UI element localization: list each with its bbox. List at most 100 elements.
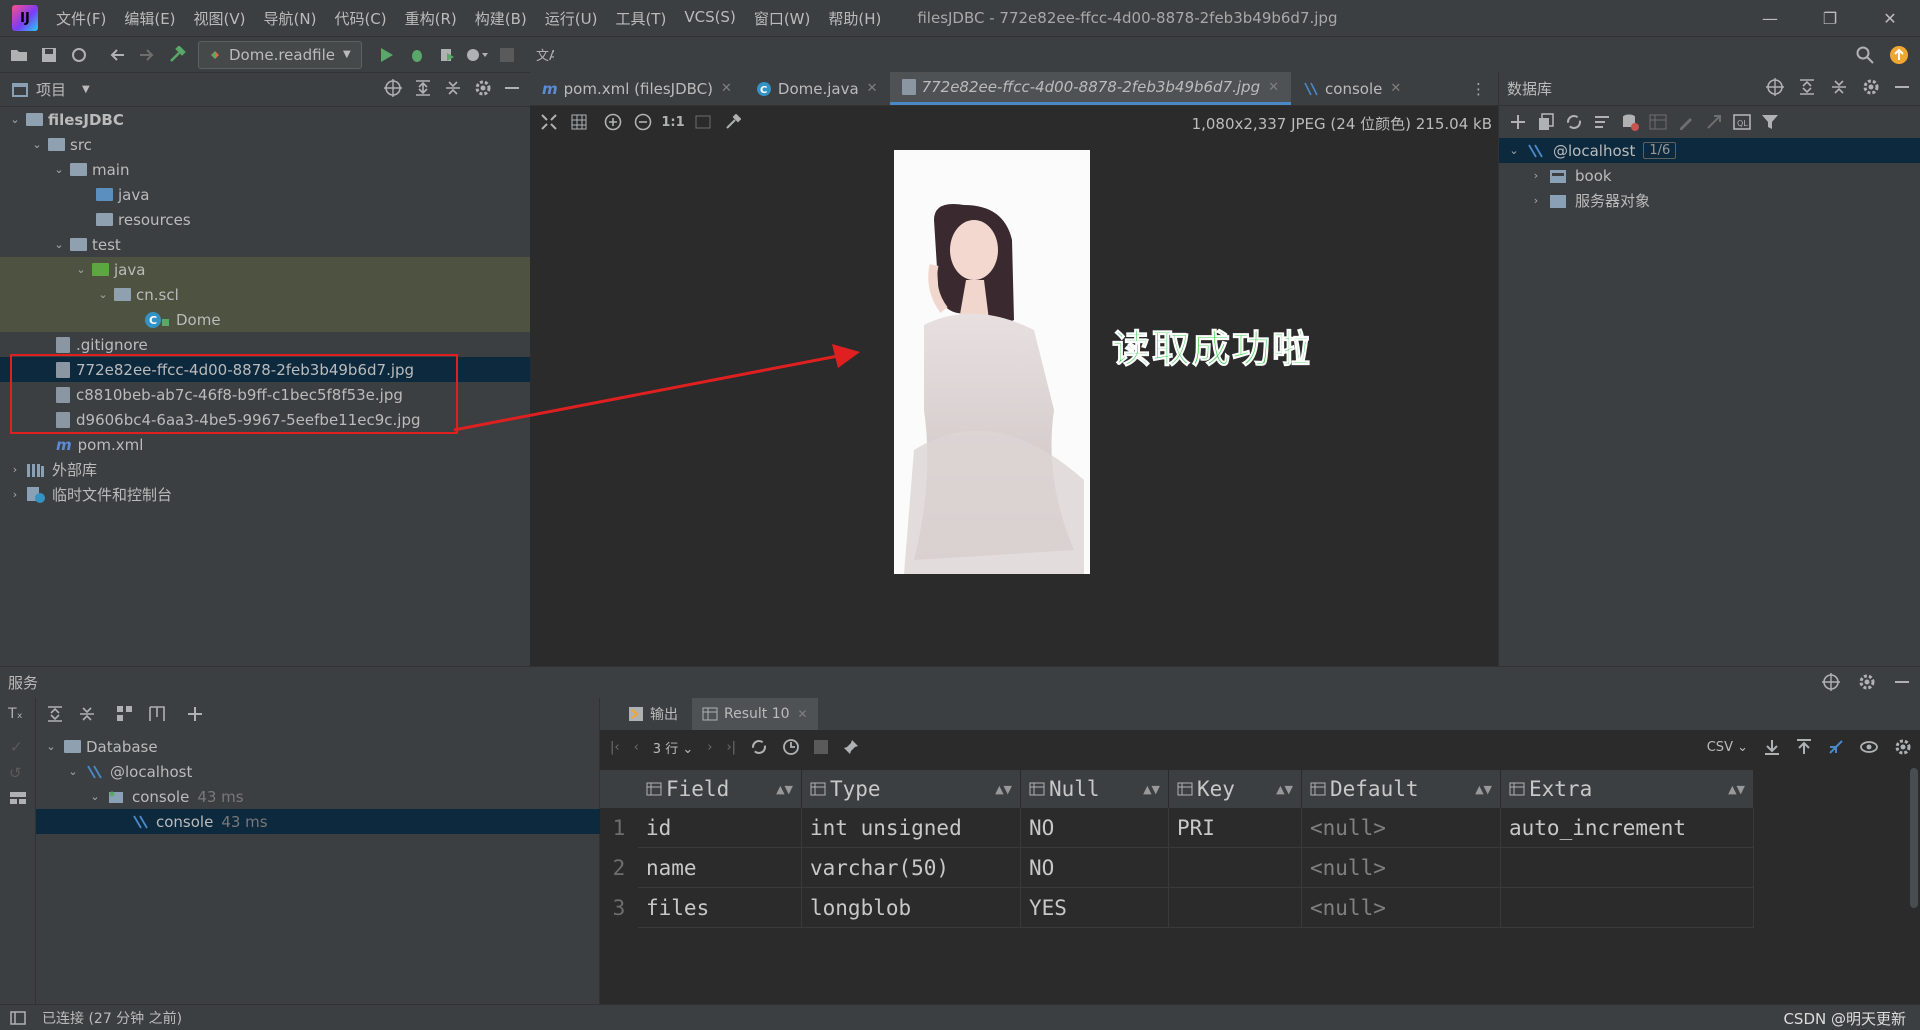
tree-item-cn-scl[interactable]: ⌄ cn.scl [0, 282, 530, 307]
menu-view[interactable]: 视图(V) [194, 8, 246, 29]
tab-output[interactable]: 输出 [618, 698, 688, 730]
chevron-down-icon[interactable]: ⌄ [44, 740, 58, 753]
cell-field[interactable]: id [638, 808, 802, 848]
rollback-icon[interactable]: ↺ [9, 764, 22, 782]
column-header-default[interactable]: Default ▲▼ [1302, 770, 1501, 808]
menu-edit[interactable]: 编辑(E) [124, 8, 175, 29]
next-page-icon[interactable]: › [707, 740, 712, 755]
layout-toggle-icon[interactable] [10, 1010, 26, 1025]
cell-key[interactable] [1169, 888, 1302, 928]
console-query-icon[interactable]: QL [1733, 113, 1751, 131]
upload-icon[interactable] [1796, 739, 1812, 755]
jump-icon[interactable] [1705, 113, 1723, 131]
cell-default[interactable]: <null> [1302, 808, 1501, 848]
history-icon[interactable] [782, 738, 800, 756]
close-tab-icon[interactable]: ✕ [1390, 81, 1401, 96]
vertical-scrollbar[interactable] [1910, 768, 1918, 908]
sort-icon[interactable]: ▲▼ [1728, 783, 1745, 796]
add-icon[interactable] [186, 705, 204, 723]
locate-icon[interactable] [1766, 78, 1784, 96]
menu-run[interactable]: 运行(U) [545, 8, 598, 29]
chevron-down-icon[interactable]: ⌄ [52, 163, 66, 176]
more-tabs-icon[interactable]: ⋮ [1471, 80, 1486, 98]
schema-icon[interactable] [1593, 113, 1611, 131]
minimize-panel-icon[interactable] [504, 79, 520, 97]
column-header-null[interactable]: Null ▲▼ [1021, 770, 1169, 808]
transaction-icon[interactable]: Tₓ [8, 706, 23, 722]
menu-code[interactable]: 代码(C) [334, 8, 386, 29]
column-header-extra[interactable]: Extra ▲▼ [1501, 770, 1754, 808]
filter-tree-icon[interactable] [148, 705, 166, 723]
collapse-all-icon[interactable] [78, 705, 96, 723]
actual-size-button[interactable]: 1:1 [658, 107, 688, 137]
pin-icon[interactable] [842, 738, 860, 756]
close-tab-icon[interactable]: ✕ [867, 81, 878, 96]
eye-icon[interactable] [1860, 740, 1878, 754]
tree-item-src[interactable]: ⌄ src [0, 132, 530, 157]
database-stop-icon[interactable] [1621, 113, 1639, 131]
minimize-panel-icon[interactable] [1894, 78, 1910, 96]
cell-extra[interactable]: auto_increment [1501, 808, 1754, 848]
close-tab-icon[interactable]: ✕ [1268, 80, 1279, 95]
close-icon[interactable]: ✕ [1860, 0, 1920, 36]
cell-key[interactable]: PRI [1169, 808, 1302, 848]
cell-null[interactable]: NO [1021, 808, 1169, 848]
menu-file[interactable]: 文件(F) [56, 8, 106, 29]
search-icon[interactable] [1850, 40, 1880, 70]
collapse-all-icon[interactable] [1830, 78, 1848, 96]
tree-item-main[interactable]: ⌄ main [0, 157, 530, 182]
chevron-down-icon[interactable]: ⌄ [8, 113, 22, 126]
group-icon[interactable] [116, 705, 134, 723]
profile-icon[interactable] [462, 40, 492, 70]
svc-tree-database[interactable]: ⌄ Database [36, 734, 600, 759]
menu-vcs[interactable]: VCS(S) [684, 8, 735, 29]
cell-extra[interactable] [1501, 848, 1754, 888]
table-icon[interactable] [1649, 113, 1667, 131]
column-header-field[interactable]: Field ▲▼ [638, 770, 802, 808]
tree-item-filesjdbc[interactable]: ⌄ filesJDBC [0, 107, 530, 132]
copy-icon[interactable] [1537, 113, 1555, 131]
db-tree-book[interactable]: › book [1499, 163, 1920, 188]
chevron-down-icon[interactable]: ⌄ [74, 263, 88, 276]
update-icon[interactable] [1884, 40, 1914, 70]
last-page-icon[interactable]: ›| [726, 740, 736, 755]
expand-all-icon[interactable] [46, 705, 64, 723]
save-icon[interactable] [34, 40, 64, 70]
cell-type[interactable]: varchar(50) [802, 848, 1021, 888]
filter-icon[interactable] [1761, 113, 1779, 131]
chevron-right-icon[interactable]: › [1529, 169, 1543, 182]
translate-icon[interactable]: 文A [530, 40, 560, 70]
chevron-right-icon[interactable]: › [1529, 194, 1543, 207]
gear-icon[interactable] [1894, 738, 1912, 756]
tab-console[interactable]: console ✕ [1291, 72, 1413, 105]
grid-icon[interactable] [564, 107, 594, 137]
expand-all-icon[interactable] [1798, 78, 1816, 96]
chevron-down-icon[interactable]: ⌄ [66, 765, 80, 778]
sync-icon[interactable] [64, 40, 94, 70]
cell-field[interactable]: name [638, 848, 802, 888]
tree-item-scratches[interactable]: › 临时文件和控制台 [0, 482, 530, 507]
tree-item-external-libraries[interactable]: › 外部库 [0, 457, 530, 482]
tab-dome-java[interactable]: C Dome.java ✕ [744, 72, 890, 105]
layout-icon[interactable] [9, 790, 27, 806]
column-header-key[interactable]: Key ▲▼ [1169, 770, 1302, 808]
close-tab-icon[interactable]: ✕ [721, 81, 732, 96]
locate-icon[interactable] [384, 79, 402, 97]
stop-icon[interactable] [814, 740, 829, 754]
chevron-down-icon[interactable]: ▼ [82, 84, 90, 95]
add-icon[interactable] [1509, 113, 1527, 131]
chevron-right-icon[interactable]: › [8, 463, 22, 476]
debug-bug-icon[interactable] [402, 40, 432, 70]
cell-null[interactable]: NO [1021, 848, 1169, 888]
svc-tree-console-group[interactable]: ⌄ console 43 ms [36, 784, 600, 809]
chevron-down-icon[interactable]: ⌄ [30, 138, 44, 151]
expand-all-icon[interactable] [414, 79, 432, 97]
run-icon[interactable] [372, 40, 402, 70]
minimize-panel-icon[interactable] [1894, 673, 1910, 691]
forward-arrow-icon[interactable] [132, 40, 162, 70]
compare-icon[interactable] [1828, 739, 1844, 755]
collapse-all-icon[interactable] [444, 79, 462, 97]
tab-result[interactable]: Result 10 ✕ [692, 698, 818, 730]
fit-icon[interactable] [534, 107, 564, 137]
chevron-down-icon[interactable]: ⌄ [1507, 144, 1521, 157]
